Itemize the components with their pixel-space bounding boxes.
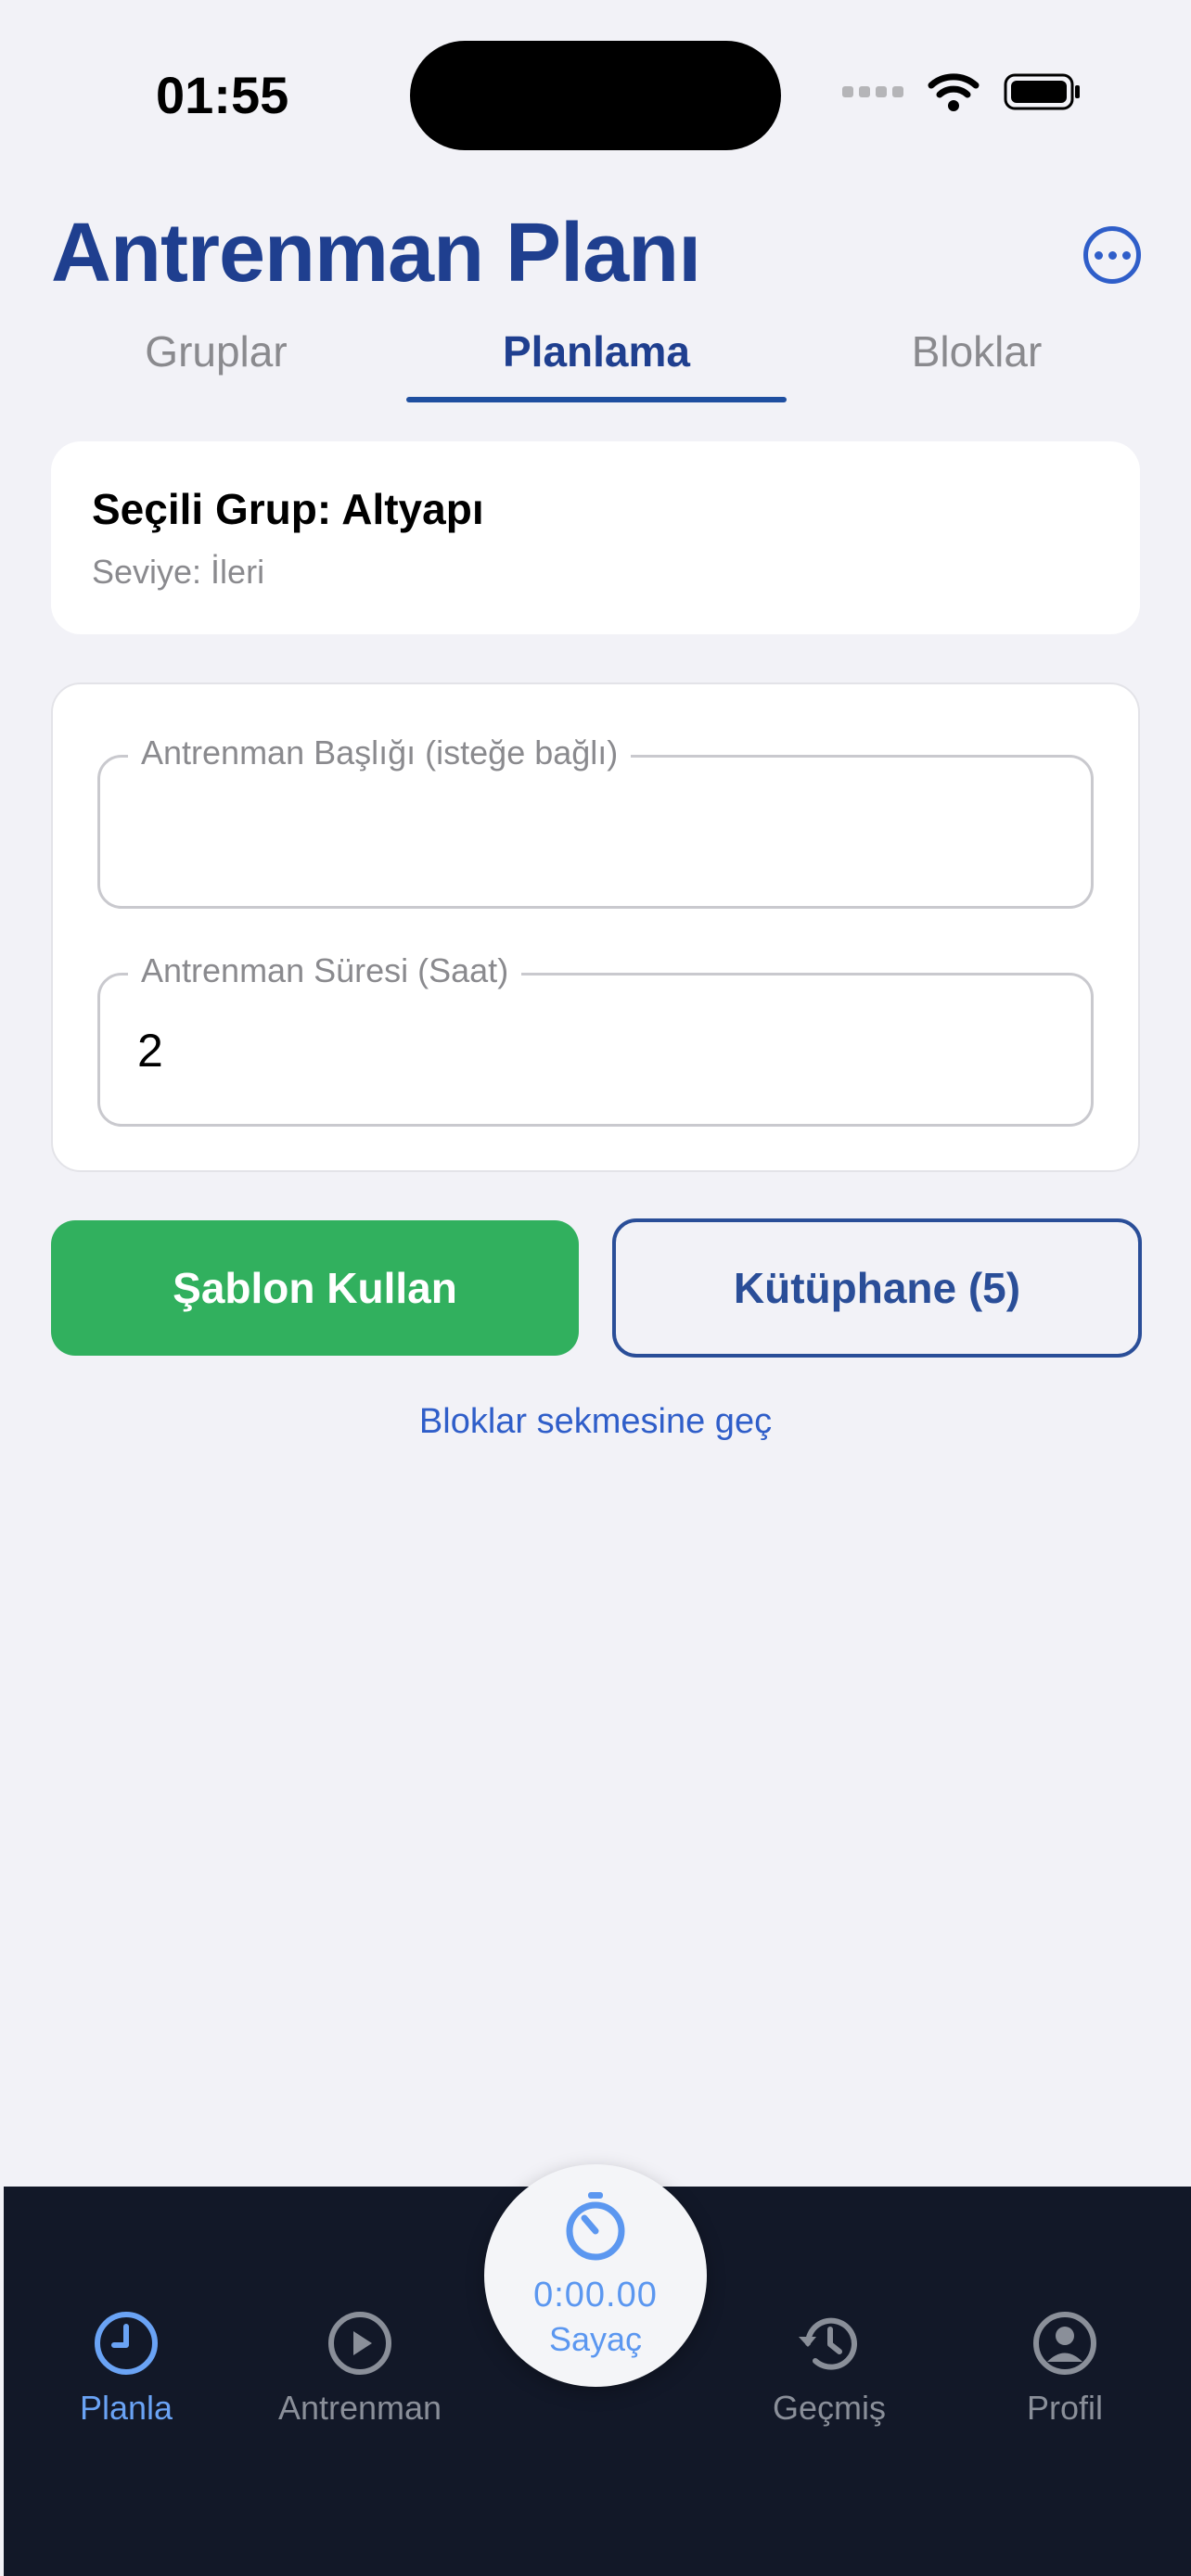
training-form-card: Antrenman Başlığı (isteğe bağlı) Antrenm… [51,682,1140,1172]
clock-icon [95,2312,158,2375]
more-dots-icon [1108,250,1117,260]
wifi-icon [928,73,980,111]
nav-label-profile: Profil [1026,2389,1104,2427]
page-title: Antrenman Planı [51,207,701,300]
tab-planning[interactable]: Planlama [406,326,787,376]
selected-group-title: Seçili Grup: Altyapı [92,485,484,533]
nav-item-profile[interactable]: Profil [963,2309,1167,2428]
timer-label: Sayaç [548,2320,643,2358]
training-title-label: Antrenman Başlığı (isteğe bağlı) [128,733,632,772]
play-circle-icon [328,2312,391,2375]
battery-icon [1004,73,1080,110]
nav-item-training[interactable]: Antrenman [258,2309,462,2428]
active-tab-indicator [406,397,787,402]
timer-button[interactable]: 0:00.00 Sayaç [484,2164,707,2387]
tab-groups[interactable]: Gruplar [26,326,406,376]
history-icon [799,2317,857,2370]
nav-label-history: Geçmiş [772,2389,886,2427]
nav-item-plan[interactable]: Planla [24,2309,228,2428]
nav-label-plan: Planla [79,2389,173,2427]
status-time: 01:55 [156,66,289,124]
training-duration-field[interactable]: Antrenman Süresi (Saat) 2 [97,951,1094,1127]
status-icons [842,72,1082,111]
dynamic-island [410,41,781,150]
use-template-button[interactable]: Şablon Kullan [51,1220,579,1356]
person-circle-icon [1033,2312,1096,2375]
timer-value: 0:00.00 [533,2276,658,2315]
training-duration-label: Antrenman Süresi (Saat) [128,951,522,990]
nav-label-training: Antrenman [277,2389,442,2427]
go-to-blocks-link[interactable]: Bloklar sekmesine geç [0,1402,1191,1442]
training-title-field[interactable]: Antrenman Başlığı (isteğe bağlı) [97,733,1094,909]
cellular-signal-icon [842,86,903,97]
timer-icon [566,2192,625,2261]
group-level: Seviye: İleri [92,553,265,591]
tab-blocks[interactable]: Bloklar [787,326,1167,376]
more-dots-icon [1094,250,1103,260]
more-dots-icon [1121,250,1131,260]
more-options-button[interactable] [1083,226,1141,284]
training-duration-value: 2 [137,1025,163,1077]
selected-group-card: Seçili Grup: Altyapı Seviye: İleri [51,441,1140,634]
nav-item-history[interactable]: Geçmiş [727,2309,931,2428]
library-button[interactable]: Kütüphane (5) [612,1218,1142,1358]
